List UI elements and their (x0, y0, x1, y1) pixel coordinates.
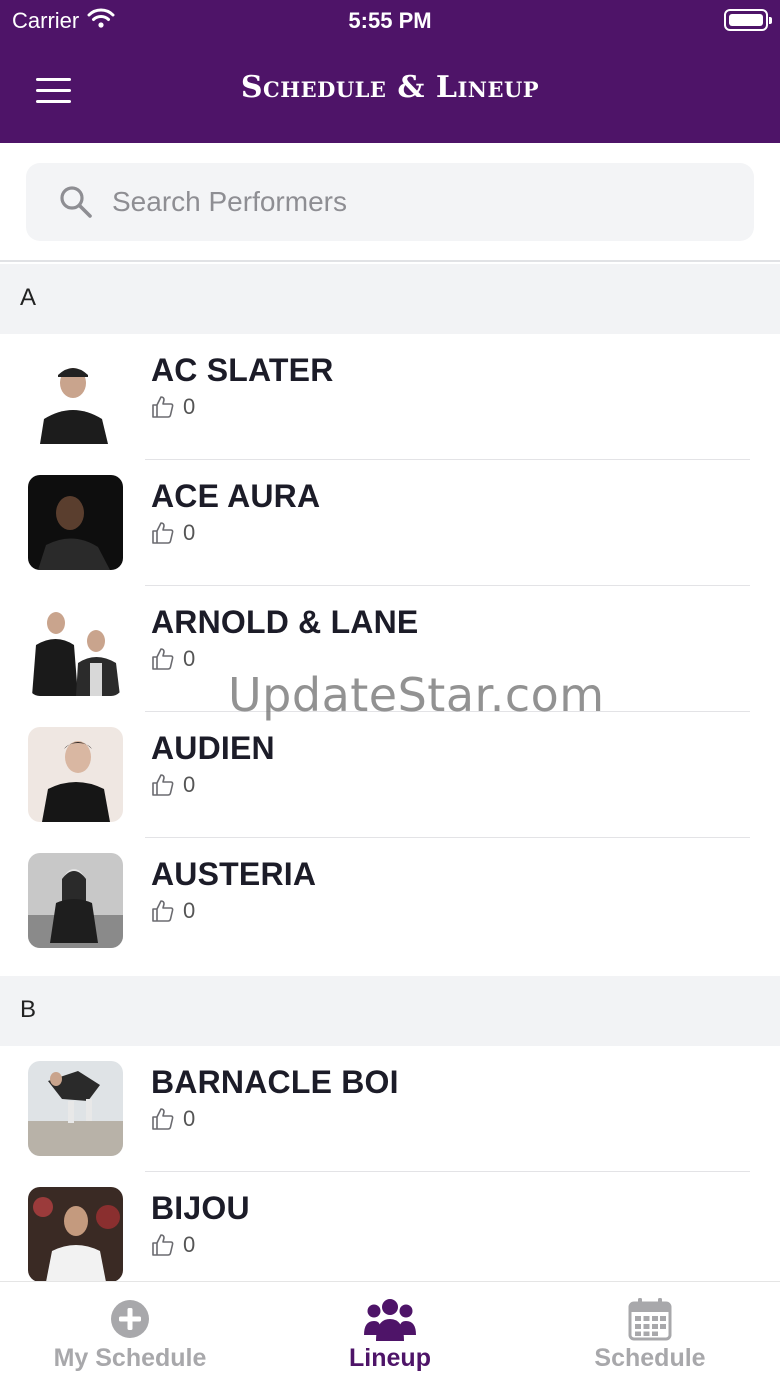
performer-name: ACE AURA (151, 478, 321, 514)
tab-label: Schedule (594, 1344, 706, 1372)
performer-name: AC SLATER (151, 352, 334, 388)
app-header: Carrier 5:55 PM Schedule & Lineup (0, 0, 780, 143)
performer-name: AUDIEN (151, 730, 275, 766)
calendar-icon (628, 1298, 672, 1341)
performer-row[interactable]: BARNACLE BOI 0 (0, 1046, 780, 1172)
like-count[interactable]: 0 (151, 1106, 195, 1132)
tab-label: My Schedule (53, 1344, 207, 1372)
tab-bar: My Schedule Lineup Schedule (0, 1281, 780, 1387)
thumbs-up-icon (152, 1234, 174, 1256)
like-count-value: 0 (183, 646, 196, 671)
status-time: 5:55 PM (348, 8, 432, 33)
page-title: Schedule & Lineup (240, 70, 540, 105)
thumbs-up-icon (152, 396, 174, 418)
like-count-value: 0 (183, 1232, 196, 1257)
tab-my-schedule[interactable]: My Schedule (0, 1282, 260, 1387)
section-header-b: B (0, 976, 780, 1046)
users-icon (364, 1299, 416, 1341)
search-input[interactable] (112, 186, 672, 218)
performer-name: AUSTERIA (151, 856, 317, 892)
like-count[interactable]: 0 (151, 394, 195, 420)
battery-icon (724, 9, 772, 31)
search-box[interactable] (26, 163, 754, 241)
plus-circle-icon (111, 1300, 149, 1338)
section-letter: A (20, 284, 37, 311)
like-count[interactable]: 0 (151, 1232, 195, 1258)
section-header-a: A (0, 264, 780, 334)
thumbs-up-icon (152, 774, 174, 796)
performer-photo (28, 1061, 123, 1156)
performer-name: ARNOLD & LANE (151, 604, 419, 640)
performer-photo (28, 1187, 123, 1282)
performer-photo (28, 601, 123, 696)
like-count-value: 0 (183, 772, 196, 797)
tab-label: Lineup (349, 1344, 431, 1372)
performer-photo (28, 853, 123, 948)
performer-photo (28, 727, 123, 822)
thumbs-up-icon (152, 1108, 174, 1130)
like-count[interactable]: 0 (151, 646, 195, 672)
section-letter: B (20, 996, 37, 1023)
like-count-value: 0 (183, 394, 196, 419)
performer-photo (28, 349, 123, 444)
performer-row[interactable]: AUDIEN 0 (0, 712, 780, 838)
status-bar: Carrier 5:55 PM (0, 0, 780, 40)
like-count-value: 0 (183, 1106, 196, 1131)
like-count-value: 0 (183, 898, 196, 923)
like-count[interactable]: 0 (151, 520, 195, 546)
performer-row[interactable]: BIJOU 0 (0, 1172, 780, 1298)
performer-list: A AC SLATER 0 ACE AURA 0 ARNOLD & LANE 0 (0, 264, 780, 1298)
like-count[interactable]: 0 (151, 772, 195, 798)
thumbs-up-icon (152, 648, 174, 670)
like-count-value: 0 (183, 520, 196, 545)
tab-lineup[interactable]: Lineup (260, 1282, 520, 1387)
search-icon (58, 184, 94, 220)
thumbs-up-icon (152, 522, 174, 544)
performer-row[interactable]: AUSTERIA 0 (0, 838, 780, 964)
performer-row[interactable]: AC SLATER 0 (0, 334, 780, 460)
tab-schedule[interactable]: Schedule (520, 1282, 780, 1387)
performer-photo (28, 475, 123, 570)
performer-name: BARNACLE BOI (151, 1064, 399, 1100)
performer-row[interactable]: ARNOLD & LANE 0 (0, 586, 780, 712)
search-bar-container (0, 143, 780, 262)
like-count[interactable]: 0 (151, 898, 195, 924)
thumbs-up-icon (152, 900, 174, 922)
performer-row[interactable]: ACE AURA 0 (0, 460, 780, 586)
performer-name: BIJOU (151, 1190, 250, 1226)
